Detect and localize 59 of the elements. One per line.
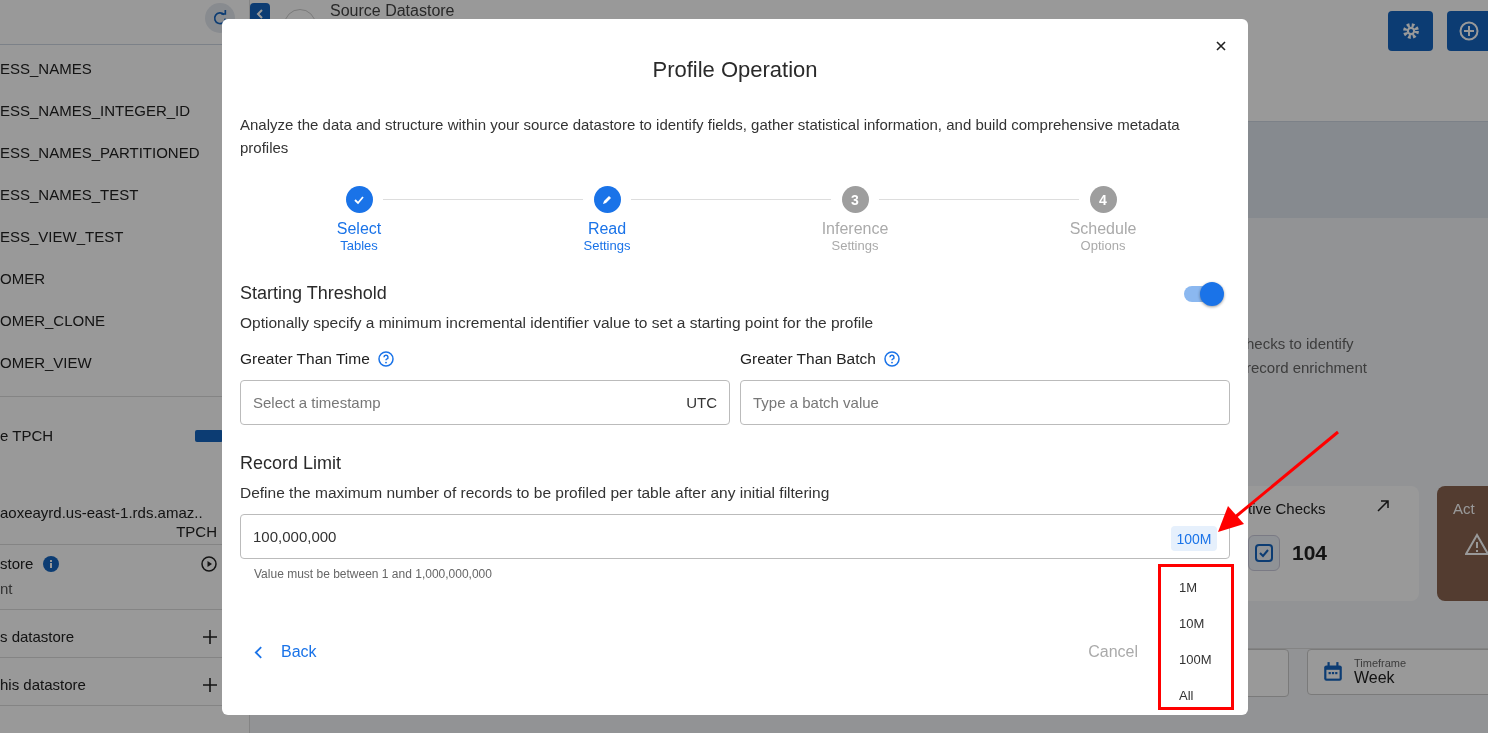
step-subtitle: Tables (340, 238, 378, 253)
page-title: Source Datastore (330, 3, 455, 19)
database-icon (195, 429, 223, 442)
arrow-icon (1377, 500, 1389, 512)
datastore-host: aoxeayrd.us-east-1.rds.amaz.. (0, 504, 204, 521)
menu-option[interactable]: 100M (1161, 642, 1231, 678)
field-label: Greater Than Time (240, 350, 370, 368)
menu-option[interactable]: 10M (1161, 606, 1231, 642)
step-subtitle: Settings (831, 238, 879, 253)
calendar-icon (1322, 661, 1344, 683)
menu-option[interactable]: 1M (1161, 570, 1231, 606)
limit-chip[interactable]: 100M (1171, 526, 1217, 551)
close-icon[interactable] (1214, 39, 1228, 53)
play-icon[interactable] (201, 555, 217, 572)
record-limit-field[interactable]: 100,000,000 100M (240, 514, 1230, 559)
card-title: tive Checks (1248, 500, 1326, 517)
section-title: s datastore (0, 628, 75, 645)
plus-icon[interactable] (203, 677, 217, 692)
step-subtitle: Options (1080, 238, 1126, 253)
step-number: 4 (1089, 186, 1117, 213)
datastore-name: e TPCH (0, 427, 54, 444)
card-title: Act (1453, 500, 1475, 517)
menu-option[interactable]: All (1161, 678, 1231, 714)
settings-icon (1400, 21, 1421, 41)
step-number: 3 (841, 186, 869, 213)
section-title: store (0, 555, 60, 572)
section-description: Optionally specify a minimum incremental identifier value to set a starting point for the profile (240, 314, 875, 332)
input-field[interactable]: Select a timestamp UTC (240, 380, 730, 425)
database-name: TPCH (175, 523, 218, 540)
section-heading: Starting Threshold (240, 283, 387, 304)
settings-button[interactable] (1388, 11, 1433, 51)
timeframe-select[interactable]: Timeframe Week (1307, 649, 1488, 695)
section-title: his datastore (0, 676, 86, 693)
section-subtitle: nt (0, 580, 14, 597)
check-icon (345, 186, 373, 213)
help-icon[interactable] (883, 351, 900, 367)
alerts-card[interactable]: Act (1437, 486, 1488, 601)
card-value: 104 (1292, 541, 1328, 565)
pencil-icon (593, 186, 621, 213)
back-button[interactable]: Back (254, 643, 317, 661)
dialog-description: Analyze the data and structure within your source datastore to identify fields, gather statistical information, and build comprehensive metadata profiles (240, 115, 1181, 158)
plus-circle-icon (1459, 21, 1479, 41)
field-label: Greater Than Batch (740, 350, 876, 368)
section-description: Define the maximum number of records to be profiled per table after any initial filtering (240, 484, 831, 502)
chevron-left-icon (254, 645, 263, 659)
check-icon (1248, 535, 1280, 571)
step-title: Schedule (1069, 220, 1137, 238)
step-subtitle: Settings (583, 238, 631, 253)
help-icon[interactable] (377, 351, 394, 367)
step-title: Select (336, 220, 382, 238)
info-icon (43, 555, 60, 572)
step-title: Read (587, 220, 627, 238)
warning-icon (1465, 533, 1488, 555)
helper-text: Value must be between 1 and 1,000,000,000 (254, 567, 493, 581)
input-field[interactable]: Type a batch value (740, 380, 1230, 425)
step-title: Inference (821, 220, 889, 238)
section-heading: Record Limit (240, 453, 343, 474)
plus-icon[interactable] (203, 629, 217, 644)
dialog-title: Profile Operation (651, 57, 819, 83)
